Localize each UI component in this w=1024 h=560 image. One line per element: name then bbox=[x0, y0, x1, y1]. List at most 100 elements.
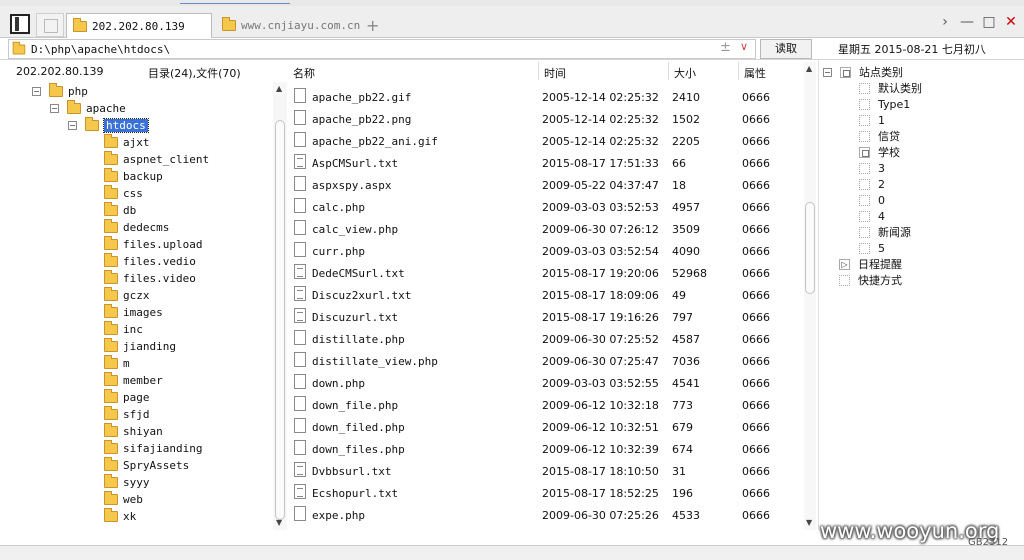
category-item[interactable]: 默认类别 bbox=[859, 80, 922, 96]
file-row[interactable]: expe.php 2009-06-30 07:25:26 4533 0666 bbox=[290, 503, 806, 525]
scroll-thumb[interactable] bbox=[275, 120, 285, 520]
column-name[interactable]: 名称 bbox=[293, 65, 315, 81]
tree-item[interactable]: − php bbox=[32, 83, 88, 100]
scroll-thumb[interactable] bbox=[805, 202, 815, 294]
tree-item[interactable]: sifajianding bbox=[104, 440, 202, 457]
file-row[interactable]: calc.php 2009-03-03 03:52:53 4957 0666 bbox=[290, 195, 806, 217]
tab-cnjiayu[interactable]: www.cnjiayu.com.cn bbox=[216, 13, 362, 38]
text-file-icon bbox=[294, 462, 306, 477]
column-divider[interactable] bbox=[668, 62, 669, 80]
file-row[interactable]: down_file.php 2009-06-12 10:32:18 773 0666 bbox=[290, 393, 806, 415]
folder-icon bbox=[73, 17, 87, 32]
tree-item[interactable]: gczx bbox=[104, 287, 150, 304]
file-list-scrollbar[interactable]: ▲ ▼ bbox=[804, 62, 816, 530]
file-row[interactable]: apache_pb22.png 2005-12-14 02:25:32 1502 06… bbox=[290, 107, 806, 129]
tree-item[interactable]: inc bbox=[104, 321, 143, 338]
folder-icon bbox=[49, 83, 63, 97]
file-attr: 0666 bbox=[742, 135, 770, 148]
scroll-down-icon[interactable]: ▼ bbox=[276, 518, 282, 527]
tree-item[interactable]: web bbox=[104, 491, 143, 508]
collapse-toggle-icon[interactable]: − bbox=[823, 67, 832, 77]
tree-item[interactable]: member bbox=[104, 372, 163, 389]
collapse-toggle-icon[interactable]: − bbox=[50, 104, 59, 113]
tree-item[interactable]: ajxt bbox=[104, 134, 150, 151]
close-button[interactable]: ✕ bbox=[1004, 14, 1018, 30]
column-divider[interactable] bbox=[538, 62, 539, 80]
file-row[interactable]: Ecshopurl.txt 2015-08-17 18:52:25 196 0666 bbox=[290, 481, 806, 503]
tree-item[interactable]: jianding bbox=[104, 338, 176, 355]
category-item[interactable]: 0 bbox=[859, 192, 885, 208]
scroll-down-icon[interactable]: ▼ bbox=[806, 518, 812, 527]
tree-item[interactable]: xk bbox=[104, 508, 136, 525]
category-item[interactable]: − 站点类别 bbox=[823, 64, 903, 80]
category-item[interactable]: 2 bbox=[859, 176, 885, 192]
tree-scrollbar[interactable]: ▲ ▼ bbox=[273, 82, 287, 530]
tree-item[interactable]: css bbox=[104, 185, 143, 202]
file-row[interactable]: Dvbbsurl.txt 2015-08-17 18:10:50 31 0666 bbox=[290, 459, 806, 481]
tree-item[interactable]: − htdocs bbox=[68, 117, 149, 134]
collapse-toggle-icon[interactable]: − bbox=[32, 87, 41, 96]
category-item[interactable]: 快捷方式 bbox=[839, 272, 902, 288]
tree-item[interactable]: shiyan bbox=[104, 423, 163, 440]
collapse-toggle-icon[interactable]: − bbox=[68, 121, 77, 130]
file-attr: 0666 bbox=[742, 289, 770, 302]
chevron-down-icon[interactable]: ∨ bbox=[740, 40, 748, 53]
column-size[interactable]: 大小 bbox=[674, 65, 696, 81]
maximize-button[interactable]: □ bbox=[982, 14, 996, 30]
panel-toggle-icon[interactable] bbox=[10, 14, 30, 34]
category-item[interactable]: 5 bbox=[859, 240, 885, 256]
tree-item[interactable]: files.video bbox=[104, 270, 196, 287]
tree-item[interactable]: files.upload bbox=[104, 236, 202, 253]
category-item[interactable]: 日程提醒 bbox=[839, 256, 902, 272]
tree-item[interactable]: aspnet_client bbox=[104, 151, 209, 168]
category-item[interactable]: 学校 bbox=[859, 144, 900, 160]
tree-item[interactable]: dedecms bbox=[104, 219, 169, 236]
blank-tab[interactable] bbox=[36, 13, 64, 37]
column-time[interactable]: 时间 bbox=[544, 65, 566, 81]
file-row[interactable]: apache_pb22_ani.gif 2005-12-14 02:25:32 22… bbox=[290, 129, 806, 151]
category-item[interactable]: 3 bbox=[859, 160, 885, 176]
tree-item[interactable]: db bbox=[104, 202, 136, 219]
tab-202-202-80-139[interactable]: 202.202.80.139 bbox=[66, 13, 212, 38]
file-row[interactable]: aspxspy.aspx 2009-05-22 04:37:47 18 0666 bbox=[290, 173, 806, 195]
file-row[interactable]: AspCMSurl.txt 2015-08-17 17:51:33 66 0666 bbox=[290, 151, 806, 173]
file-row[interactable]: Discuzurl.txt 2015-08-17 19:16:26 797 0666 bbox=[290, 305, 806, 327]
plus-icon[interactable]: + bbox=[366, 16, 379, 35]
scroll-up-icon[interactable]: ▲ bbox=[806, 64, 812, 73]
category-box-icon bbox=[859, 114, 870, 126]
file-row[interactable]: down_files.php 2009-06-12 10:32:39 674 0666 bbox=[290, 437, 806, 459]
minimize-button[interactable]: — bbox=[960, 14, 974, 30]
file-row[interactable]: apache_pb22.gif 2005-12-14 02:25:32 2410 06… bbox=[290, 85, 806, 107]
tree-item[interactable]: − apache bbox=[50, 100, 126, 117]
category-item[interactable]: 1 bbox=[859, 112, 885, 128]
blank-page-icon bbox=[44, 19, 58, 33]
read-button[interactable]: 读取 bbox=[760, 39, 812, 59]
file-row[interactable]: down_filed.php 2009-06-12 10:32:51 679 0666 bbox=[290, 415, 806, 437]
tree-item-label: images bbox=[123, 306, 163, 319]
file-row[interactable]: distillate_view.php 2009-06-30 07:25:47 70… bbox=[290, 349, 806, 371]
tree-item[interactable]: files.vedio bbox=[104, 253, 196, 270]
category-item[interactable]: Type1 bbox=[859, 96, 910, 112]
category-item[interactable]: 4 bbox=[859, 208, 885, 224]
column-divider[interactable] bbox=[738, 62, 739, 80]
chevron-right-icon[interactable]: › bbox=[938, 14, 952, 30]
category-item[interactable]: 新闻源 bbox=[859, 224, 911, 240]
tree-item[interactable]: syyy bbox=[104, 474, 150, 491]
file-row[interactable]: Discuz2xurl.txt 2015-08-17 18:09:06 49 0666 bbox=[290, 283, 806, 305]
file-row[interactable]: curr.php 2009-03-03 03:52:54 4090 0666 bbox=[290, 239, 806, 261]
scroll-up-icon[interactable]: ▲ bbox=[276, 84, 282, 93]
file-row[interactable]: distillate.php 2009-06-30 07:25:52 4587 066… bbox=[290, 327, 806, 349]
path-input[interactable]: D:\php\apache\htdocs\ bbox=[8, 39, 756, 59]
category-item[interactable]: 信贷 bbox=[859, 128, 900, 144]
tree-item[interactable]: backup bbox=[104, 168, 163, 185]
tree-item[interactable]: sfjd bbox=[104, 406, 150, 423]
tree-item[interactable]: images bbox=[104, 304, 163, 321]
tree-item[interactable]: SpryAssets bbox=[104, 457, 189, 474]
tree-item[interactable]: m bbox=[104, 355, 130, 372]
file-row[interactable]: down.php 2009-03-03 03:52:55 4541 0666 bbox=[290, 371, 806, 393]
file-row[interactable]: DedeCMSurl.txt 2015-08-17 19:20:06 52968 06… bbox=[290, 261, 806, 283]
tree-item[interactable]: page bbox=[104, 389, 150, 406]
column-attr[interactable]: 属性 bbox=[744, 65, 766, 81]
plus-minus-icon[interactable]: ± bbox=[720, 40, 731, 55]
file-row[interactable]: calc_view.php 2009-06-30 07:26:12 3509 0666 bbox=[290, 217, 806, 239]
